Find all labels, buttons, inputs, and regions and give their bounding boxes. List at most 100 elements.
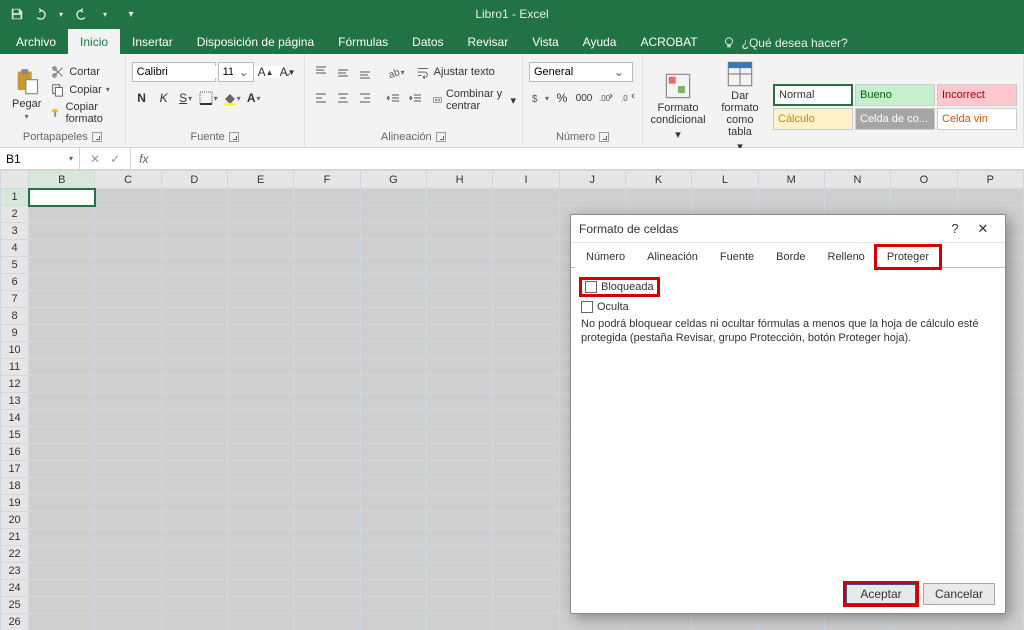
cell[interactable]: [360, 325, 426, 342]
cell[interactable]: [360, 342, 426, 359]
col-header[interactable]: G: [360, 171, 426, 189]
cell[interactable]: [427, 495, 493, 512]
cell[interactable]: [427, 240, 493, 257]
cell[interactable]: [95, 359, 161, 376]
cell[interactable]: [427, 444, 493, 461]
cell[interactable]: [294, 512, 360, 529]
cell[interactable]: [95, 410, 161, 427]
cell[interactable]: [559, 189, 625, 206]
cell[interactable]: [493, 410, 559, 427]
cell[interactable]: [29, 512, 95, 529]
col-header[interactable]: P: [957, 171, 1024, 189]
cell[interactable]: [228, 189, 294, 206]
cell[interactable]: [360, 461, 426, 478]
row-header[interactable]: 22: [1, 546, 29, 563]
cell[interactable]: [360, 257, 426, 274]
clipboard-launcher-icon[interactable]: [92, 132, 102, 142]
row-header[interactable]: 15: [1, 427, 29, 444]
cell[interactable]: [29, 223, 95, 240]
align-right-button[interactable]: [355, 88, 375, 108]
cell[interactable]: [493, 376, 559, 393]
align-center-button[interactable]: [333, 88, 353, 108]
cell[interactable]: [493, 597, 559, 614]
formula-input[interactable]: [156, 148, 1024, 169]
row-header[interactable]: 12: [1, 376, 29, 393]
decrease-indent-button[interactable]: [383, 88, 403, 108]
row-header[interactable]: 24: [1, 580, 29, 597]
fill-color-button[interactable]: ▾: [221, 88, 242, 108]
cell[interactable]: [427, 529, 493, 546]
cell[interactable]: [29, 597, 95, 614]
cell[interactable]: [758, 189, 824, 206]
row-header[interactable]: 1: [1, 189, 29, 206]
cell[interactable]: [228, 223, 294, 240]
cell[interactable]: [161, 614, 227, 630]
dialog-tab-numero[interactable]: Número: [575, 246, 636, 268]
cell[interactable]: [891, 189, 957, 206]
tab-formulas[interactable]: Fórmulas: [326, 29, 400, 54]
cell[interactable]: [294, 410, 360, 427]
merge-center-button[interactable]: Combinar y centrar ▾: [433, 88, 516, 112]
cell[interactable]: [360, 546, 426, 563]
cell[interactable]: [427, 206, 493, 223]
select-all-corner[interactable]: [1, 171, 29, 189]
cell[interactable]: [228, 359, 294, 376]
cell[interactable]: [427, 274, 493, 291]
cell[interactable]: [29, 274, 95, 291]
cell[interactable]: [360, 427, 426, 444]
cell[interactable]: [493, 461, 559, 478]
cell[interactable]: [493, 189, 559, 206]
tab-disposicion[interactable]: Disposición de página: [185, 29, 326, 54]
align-bottom-button[interactable]: [355, 62, 375, 82]
cell[interactable]: [95, 342, 161, 359]
cell[interactable]: [360, 376, 426, 393]
cell[interactable]: [493, 444, 559, 461]
row-header[interactable]: 17: [1, 461, 29, 478]
cell[interactable]: [95, 512, 161, 529]
font-color-button[interactable]: A▾: [244, 88, 264, 108]
cell[interactable]: [29, 359, 95, 376]
cell[interactable]: [95, 189, 161, 206]
conditional-format-button[interactable]: Formato condicional ▾: [649, 70, 707, 143]
font-size-input[interactable]: [219, 66, 237, 78]
cell[interactable]: [95, 495, 161, 512]
col-header[interactable]: O: [891, 171, 957, 189]
cell[interactable]: [427, 376, 493, 393]
cell[interactable]: [228, 478, 294, 495]
cell[interactable]: [493, 308, 559, 325]
cell[interactable]: [161, 206, 227, 223]
font-size-combo[interactable]: ⌄: [218, 62, 254, 82]
cell[interactable]: [294, 546, 360, 563]
cell[interactable]: [161, 461, 227, 478]
cell[interactable]: [161, 291, 227, 308]
cell[interactable]: [625, 189, 691, 206]
cell[interactable]: [228, 308, 294, 325]
row-header[interactable]: 18: [1, 478, 29, 495]
cell[interactable]: [95, 563, 161, 580]
cell[interactable]: [294, 393, 360, 410]
cell[interactable]: [294, 427, 360, 444]
cell[interactable]: [228, 274, 294, 291]
thousands-button[interactable]: 000: [574, 88, 594, 108]
cell[interactable]: [161, 597, 227, 614]
cell[interactable]: [228, 376, 294, 393]
cell[interactable]: [29, 461, 95, 478]
cell[interactable]: [824, 189, 890, 206]
redo-icon[interactable]: [74, 5, 92, 23]
cell[interactable]: [692, 189, 758, 206]
cell[interactable]: [161, 257, 227, 274]
cell[interactable]: [493, 563, 559, 580]
cancel-button[interactable]: Cancelar: [923, 583, 995, 605]
col-header[interactable]: H: [427, 171, 493, 189]
cell[interactable]: [559, 614, 625, 630]
row-header[interactable]: 9: [1, 325, 29, 342]
cell[interactable]: [360, 291, 426, 308]
cell[interactable]: [161, 359, 227, 376]
increase-indent-button[interactable]: [405, 88, 425, 108]
grow-font-button[interactable]: A▲: [256, 62, 276, 82]
cell[interactable]: [360, 274, 426, 291]
cell[interactable]: [161, 580, 227, 597]
cell[interactable]: [95, 597, 161, 614]
cell[interactable]: [95, 257, 161, 274]
format-painter-button[interactable]: Copiar formato: [51, 101, 118, 125]
